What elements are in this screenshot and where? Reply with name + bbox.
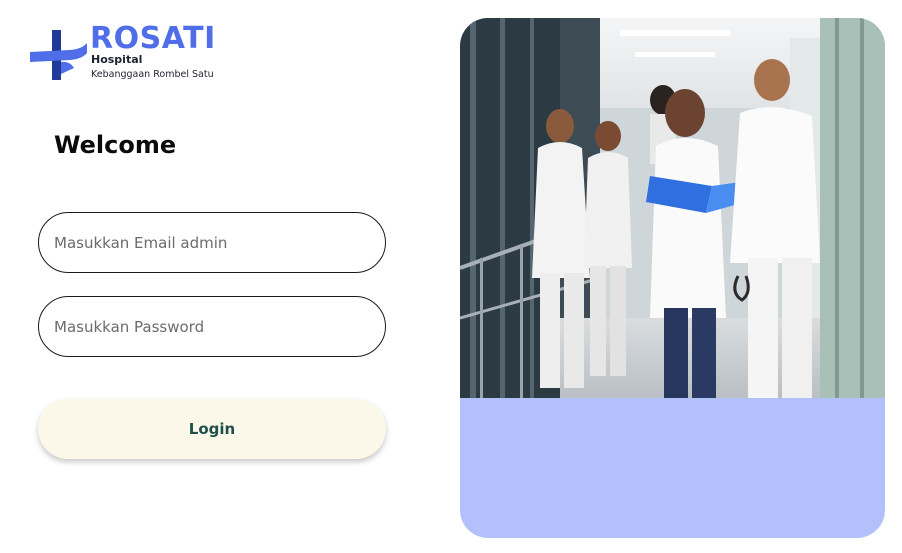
login-button[interactable]: Login — [38, 399, 386, 459]
brand-logo: ROSATI Hospital Kebanggaan Rombel Satu — [30, 22, 260, 86]
password-field[interactable] — [38, 296, 386, 357]
password-input[interactable] — [54, 297, 372, 356]
hero-photo — [460, 18, 885, 398]
page-title: Welcome — [54, 131, 177, 159]
hero-panel — [460, 18, 885, 538]
brand-tagline: Kebanggaan Rombel Satu — [91, 69, 214, 80]
email-field[interactable] — [38, 212, 386, 273]
email-input[interactable] — [54, 213, 372, 272]
brand-subtitle: Hospital — [91, 53, 143, 66]
brand-name: ROSATI — [90, 21, 216, 56]
medical-cross-icon — [30, 30, 87, 80]
login-page: ROSATI Hospital Kebanggaan Rombel Satu W… — [0, 0, 902, 553]
